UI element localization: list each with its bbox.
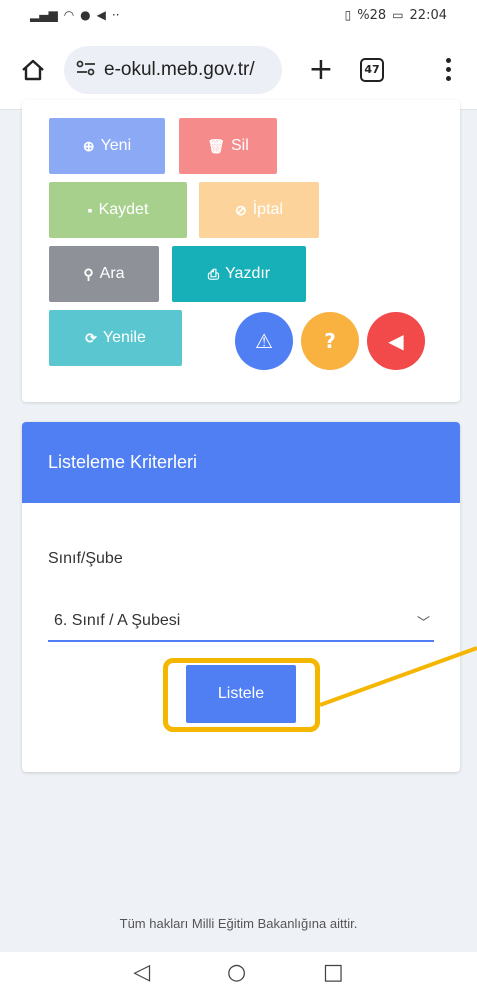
battery-percent: %28 (357, 7, 387, 23)
action-panel: ⊕ Yeni 🗑 Sil ▪ Kaydet ⊘ İptal ⚲ Ara ⎙ Yazdır ⟳… (22, 100, 460, 402)
status-bar: ▂▄▆ ◠ ● ◀ ·· ▯ %28 ▭ 22:04 (0, 0, 477, 30)
battery-icon: ▭ (392, 8, 404, 22)
warning-icon: ⚠ (255, 329, 273, 353)
criteria-panel: Listeleme Kriterleri Sınıf/Şube 6. Sınıf… (22, 422, 460, 772)
system-nav-bar: ◁ ○ □ (0, 952, 477, 992)
tab-switcher-icon[interactable]: 47 (360, 57, 384, 82)
new-tab-icon[interactable]: + (304, 52, 338, 87)
ban-icon: ⊘ (235, 201, 247, 218)
refresh-button[interactable]: ⟳ Yenile (49, 310, 182, 366)
refresh-icon: ⟳ (85, 329, 97, 346)
send-icon: ◀ (96, 8, 106, 22)
search-icon: ⚲ (83, 265, 94, 282)
back-button[interactable]: ◀ (367, 312, 425, 370)
plus-circle-icon: ⊕ (82, 137, 95, 154)
help-icon: ? (324, 329, 336, 353)
delete-button[interactable]: 🗑 Sil (179, 118, 277, 174)
print-button[interactable]: ⎙ Yazdır (172, 246, 306, 302)
footer-text: Tüm hakları Milli Eğitim Bakanlığına ait… (119, 916, 358, 931)
status-icons-left: ▂▄▆ ◠ ● ◀ ·· (30, 8, 120, 22)
browser-toolbar: e-okul.meb.gov.tr/ + 47 (0, 30, 477, 110)
help-button[interactable]: ? (301, 312, 359, 370)
home-icon[interactable] (16, 53, 50, 87)
notification-icon: ● (80, 8, 91, 22)
criteria-header: Listeleme Kriterleri (22, 422, 460, 503)
more-icon: ·· (111, 8, 120, 22)
back-icon: ◀ (388, 329, 404, 353)
address-bar[interactable]: e-okul.meb.gov.tr/ (64, 45, 282, 94)
overflow-menu-icon[interactable] (446, 58, 451, 81)
site-settings-icon[interactable] (76, 60, 96, 80)
chevron-down-icon: ﹀ (416, 614, 430, 630)
trash-icon: 🗑 (207, 137, 225, 154)
print-icon: ⎙ (207, 265, 220, 282)
warning-button[interactable]: ⚠ (235, 312, 293, 370)
wifi-icon: ◠ (63, 8, 75, 22)
new-button[interactable]: ⊕ Yeni (49, 118, 165, 174)
signal-icon: ▂▄▆ (30, 8, 58, 22)
cancel-button[interactable]: ⊘ İptal (199, 182, 319, 238)
save-button[interactable]: ▪ Kaydet (49, 182, 187, 238)
url-text[interactable]: e-okul.meb.gov.tr/ (104, 59, 255, 81)
class-field-label: Sınıf/Şube (48, 550, 123, 567)
criteria-title: Listeleme Kriterleri (48, 452, 198, 472)
nav-home-icon[interactable]: ○ (227, 960, 246, 985)
tab-count: 47 (364, 63, 380, 76)
status-icons-right: ▯ %28 ▭ 22:04 (345, 8, 447, 23)
clock: 22:04 (409, 7, 447, 23)
class-select-value: 6. Sınıf / A Şubesi (54, 612, 181, 629)
vibrate-icon: ▯ (344, 8, 352, 22)
class-select[interactable]: 6. Sınıf / A Şubesi ﹀ (48, 602, 434, 642)
search-button[interactable]: ⚲ Ara (49, 246, 159, 302)
list-button[interactable]: Listele (186, 665, 296, 723)
nav-back-icon[interactable]: ◁ (133, 960, 150, 985)
save-icon: ▪ (87, 202, 93, 218)
nav-recents-icon[interactable]: □ (323, 960, 344, 985)
